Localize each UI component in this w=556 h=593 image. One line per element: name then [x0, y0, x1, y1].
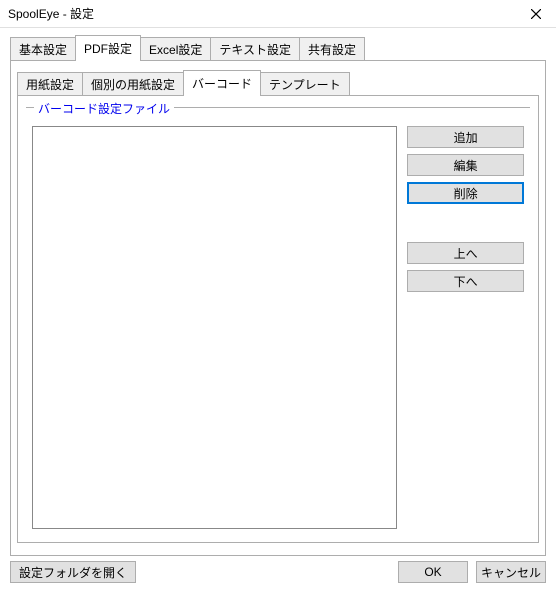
outer-tabstrip: 基本設定 PDF設定 Excel設定 テキスト設定 共有設定 — [10, 34, 546, 60]
tab-excel-settings[interactable]: Excel設定 — [140, 37, 211, 61]
close-icon[interactable] — [516, 0, 556, 28]
tab-basic-settings[interactable]: 基本設定 — [10, 37, 76, 61]
inner-tab-pane: バーコード設定ファイル 追加 編集 削除 上へ 下へ — [17, 95, 539, 543]
move-down-button[interactable]: 下へ — [407, 270, 524, 292]
tab-shared-settings[interactable]: 共有設定 — [299, 37, 365, 61]
tab-label: バーコード — [192, 77, 252, 91]
cancel-button[interactable]: キャンセル — [476, 561, 546, 583]
tab-label: テキスト設定 — [219, 43, 291, 57]
button-label: キャンセル — [481, 564, 541, 581]
window-title: SpoolEye - 設定 — [8, 5, 94, 22]
delete-button[interactable]: 削除 — [407, 182, 524, 204]
tab-paper-settings[interactable]: 用紙設定 — [17, 72, 83, 96]
button-label: 編集 — [454, 157, 478, 174]
tab-text-settings[interactable]: テキスト設定 — [210, 37, 300, 61]
tab-label: PDF設定 — [84, 42, 132, 56]
move-up-button[interactable]: 上へ — [407, 242, 524, 264]
button-label: 下へ — [454, 273, 478, 290]
dialog-content: 基本設定 PDF設定 Excel設定 テキスト設定 共有設定 用紙設定 個別の用… — [0, 28, 556, 556]
ok-button[interactable]: OK — [398, 561, 468, 583]
group-legend: バーコード設定ファイル — [34, 100, 174, 117]
dialog-footer: 設定フォルダを開く OK キャンセル — [10, 561, 546, 583]
tab-template[interactable]: テンプレート — [260, 72, 350, 96]
inner-tabstrip: 用紙設定 個別の用紙設定 バーコード テンプレート — [17, 69, 539, 95]
button-label: OK — [424, 565, 441, 579]
tab-label: 共有設定 — [308, 43, 356, 57]
add-button[interactable]: 追加 — [407, 126, 524, 148]
tab-label: 基本設定 — [19, 43, 67, 57]
tab-pdf-settings[interactable]: PDF設定 — [75, 35, 141, 61]
title-bar: SpoolEye - 設定 — [0, 0, 556, 28]
tab-label: 用紙設定 — [26, 78, 74, 92]
group-row: 追加 編集 削除 上へ 下へ — [32, 126, 524, 529]
spacer — [407, 210, 524, 236]
tab-barcode[interactable]: バーコード — [183, 70, 261, 96]
tab-label: テンプレート — [269, 78, 341, 92]
button-label: 設定フォルダを開く — [19, 564, 127, 581]
button-column: 追加 編集 削除 上へ 下へ — [407, 126, 524, 292]
button-label: 削除 — [454, 185, 478, 202]
button-label: 追加 — [454, 129, 478, 146]
outer-tab-pane: 用紙設定 個別の用紙設定 バーコード テンプレート バーコード設定ファイル 追加… — [10, 60, 546, 556]
barcode-group: バーコード設定ファイル 追加 編集 削除 上へ 下へ — [26, 108, 530, 535]
tab-label: Excel設定 — [149, 43, 202, 57]
button-label: 上へ — [454, 245, 478, 262]
edit-button[interactable]: 編集 — [407, 154, 524, 176]
tab-individual-paper-settings[interactable]: 個別の用紙設定 — [82, 72, 184, 96]
open-settings-folder-button[interactable]: 設定フォルダを開く — [10, 561, 136, 583]
tab-label: 個別の用紙設定 — [91, 78, 175, 92]
barcode-file-list[interactable] — [32, 126, 397, 529]
